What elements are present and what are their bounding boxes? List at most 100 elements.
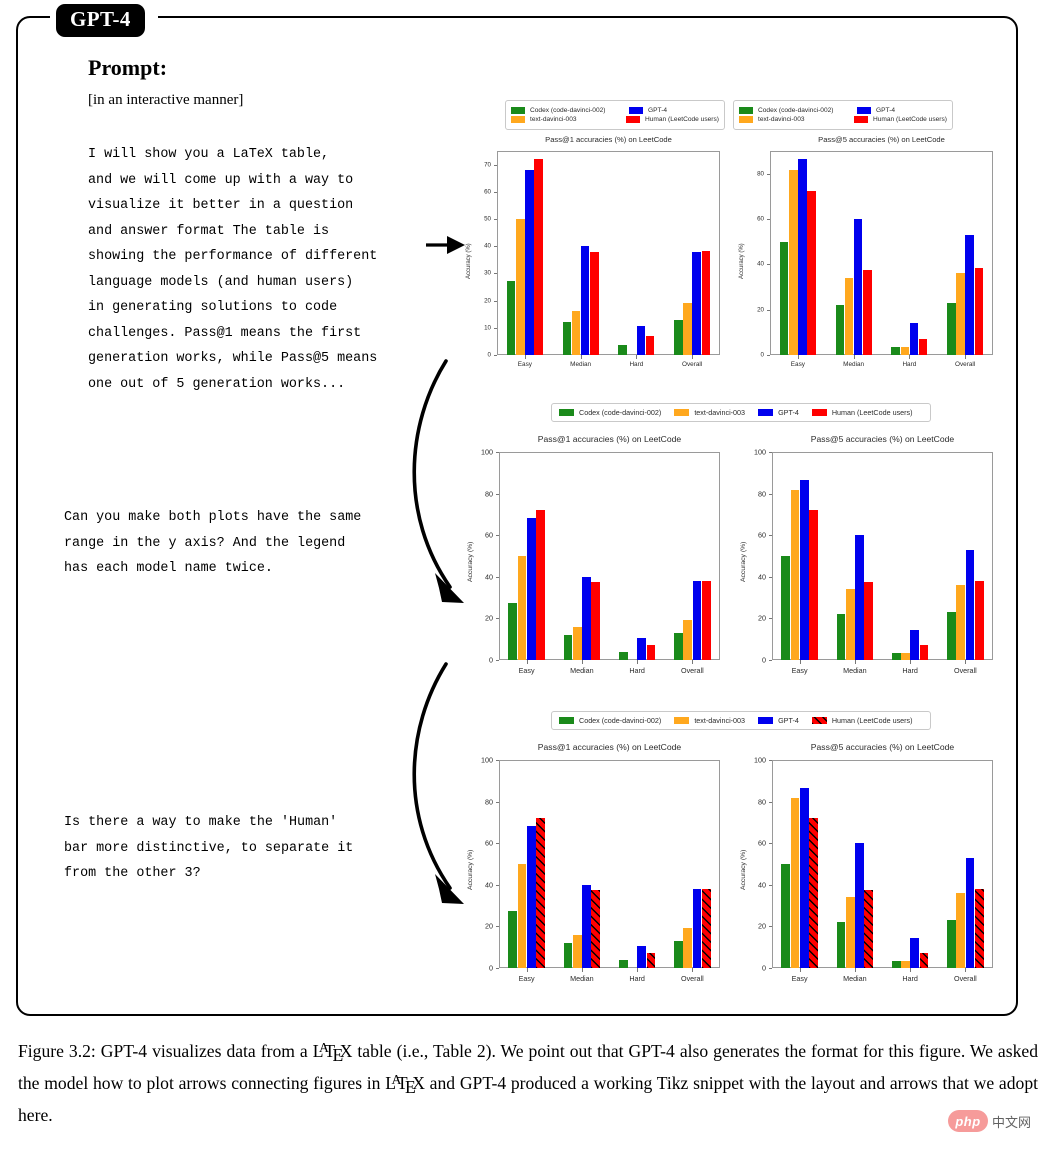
chart-bar xyxy=(701,251,711,355)
chart-bar xyxy=(580,246,590,355)
legend-label-human: Human (LeetCode users) xyxy=(644,116,719,123)
chart-bar xyxy=(809,509,818,660)
chart-y-axis-label: Accuracy (%) xyxy=(739,243,745,279)
chart-x-tick-mark xyxy=(637,660,639,664)
chart-x-tick-label: Easy xyxy=(790,361,805,368)
chart-y-tick-mark xyxy=(768,493,772,495)
chart-x-tick-mark xyxy=(854,660,856,664)
chart-y-axis-label: Accuracy (%) xyxy=(467,541,474,582)
chart-y-tick-mark xyxy=(768,926,772,928)
chart-bar xyxy=(855,535,864,660)
chart-x-tick-mark xyxy=(910,660,912,664)
chart-y-tick-label: 80 xyxy=(758,797,766,807)
chart-bar xyxy=(572,626,582,660)
chart-x-tick-label: Median xyxy=(570,666,594,675)
chart-bar xyxy=(799,480,809,660)
chart-y-tick-mark xyxy=(495,618,499,620)
legend-label-gpt4: GPT-4 xyxy=(778,716,799,725)
chart-bar xyxy=(618,960,628,968)
chart-y-tick-mark xyxy=(766,309,770,311)
latex-logo: LATEX xyxy=(312,1040,353,1065)
chart-bar xyxy=(618,344,627,355)
watermark-text: 中文网 xyxy=(992,1114,1032,1130)
chart-bar xyxy=(618,652,628,660)
chart-bar xyxy=(807,191,816,355)
chart-bar xyxy=(947,302,956,355)
chart-y-tick-label: 100 xyxy=(481,447,493,457)
chart-y-tick-label: 20 xyxy=(758,613,766,623)
chart-bar xyxy=(674,319,683,355)
chart-y-tick-mark xyxy=(768,843,772,845)
chart-y-tick-label: 100 xyxy=(481,755,493,765)
chart-y-tick-mark xyxy=(493,246,497,248)
chart-y-axis-label: Accuracy (%) xyxy=(466,243,472,279)
chart-y-tick-label: 40 xyxy=(484,242,491,250)
chart-x-tick-mark xyxy=(637,968,639,972)
chart-bar xyxy=(582,884,591,968)
model-tag-badge: GPT-4 xyxy=(56,4,145,37)
legend-label-human: Human (LeetCode users) xyxy=(831,408,913,417)
legend-swatch-text-davinci xyxy=(674,409,690,416)
legend-swatch-human-hatched xyxy=(811,717,827,724)
chart-bar xyxy=(845,589,855,660)
chart-y-tick-label: 20 xyxy=(485,921,493,931)
chart-y-tick-label: 0 xyxy=(487,351,491,359)
chart-bar xyxy=(637,637,647,660)
chart-x-tick-mark xyxy=(526,968,528,972)
chart-bar xyxy=(918,339,928,355)
chart-bar xyxy=(799,788,809,968)
legend-swatch-human xyxy=(853,116,868,123)
chart-bar xyxy=(517,556,527,660)
chart-panel-row2-pass5: Pass@5 accuracies (%) on LeetCode 0 20 40 60… xyxy=(728,432,1003,690)
chart-bar xyxy=(891,346,900,355)
chart-bar xyxy=(683,620,693,660)
chart-y-tick-label: 40 xyxy=(758,572,766,582)
chart-panel-row3-pass5: Pass@5 accuracies (%) on LeetCode 0 20 40 60… xyxy=(728,740,1003,998)
chart-y-tick-mark xyxy=(495,535,499,537)
chart-title: Pass@1 accuracies (%) on LeetCode xyxy=(537,434,682,444)
user-turn-2-text: Can you make both plots have the same ra… xyxy=(64,510,362,576)
chart-y-tick-label: 40 xyxy=(485,572,493,582)
chart-bar xyxy=(919,953,929,968)
chart-bar xyxy=(891,960,901,968)
chart-x-tick-label: Overall xyxy=(955,361,976,368)
legend-swatch-gpt4 xyxy=(629,107,643,114)
chart-x-tick-mark xyxy=(581,968,583,972)
chart-x-tick-label: Median xyxy=(570,361,592,368)
legend-label-text-davinci: text-davinci-003 xyxy=(694,716,746,725)
chart-bar xyxy=(844,277,854,355)
chart-bar xyxy=(506,280,516,355)
chart-y-tick-label: 20 xyxy=(485,613,493,623)
chart-bar xyxy=(781,556,791,660)
chart-y-tick-label: 60 xyxy=(758,838,766,848)
chart-bar xyxy=(909,322,919,355)
chart-y-tick-mark xyxy=(495,801,499,803)
chart-x-tick-label: Hard xyxy=(629,666,645,675)
chart-title: Pass@1 accuracies (%) on LeetCode xyxy=(545,135,672,144)
chart-x-tick-mark xyxy=(692,660,694,664)
chart-bar xyxy=(891,652,901,660)
chart-y-tick-mark xyxy=(768,801,772,803)
chart-x-tick-mark xyxy=(692,355,694,359)
chart-title: Pass@1 accuracies (%) on LeetCode xyxy=(537,742,682,752)
chart-bar xyxy=(779,242,789,355)
chart-bar xyxy=(683,928,693,968)
chart-y-tick-label: 0 xyxy=(760,351,764,359)
chart-y-tick-mark xyxy=(766,264,770,266)
chart-bar xyxy=(646,953,656,968)
chart-x-tick-label: Median xyxy=(570,974,594,983)
legend-label-codex: Codex (code-davinci-002) xyxy=(758,107,834,114)
chart-x-tick-label: Easy xyxy=(518,666,535,675)
chart-y-axis-label: Accuracy (%) xyxy=(740,849,747,890)
chart-x-tick-label: Overall xyxy=(682,361,703,368)
user-turn-1-text: I will show you a LaTeX table, and we wi… xyxy=(88,147,378,392)
legend-swatch-gpt4 xyxy=(857,107,871,114)
chart-y-tick-mark xyxy=(768,660,772,661)
chart-y-tick-mark xyxy=(495,926,499,928)
chart-bar xyxy=(692,580,702,660)
chart-y-axis-label: Accuracy (%) xyxy=(467,849,474,890)
chart-x-tick-mark xyxy=(797,355,799,359)
chart-x-tick-label: Median xyxy=(843,974,867,983)
legend-label-codex: Codex (code-davinci-002) xyxy=(579,408,662,417)
chart-bar xyxy=(974,580,984,660)
